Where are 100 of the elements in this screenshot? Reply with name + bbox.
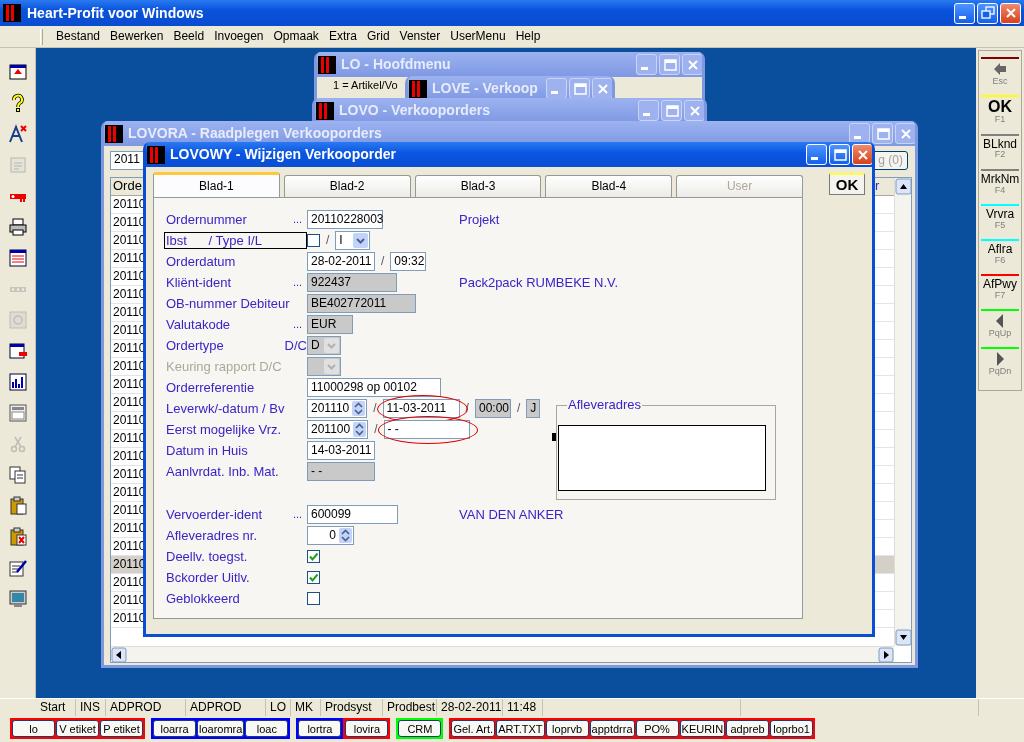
input-field[interactable]: 14-03-2011	[307, 441, 375, 460]
checkbox[interactable]	[307, 550, 320, 563]
spin-field[interactable]: 0	[307, 526, 354, 545]
taskbar-button[interactable]: lortra	[298, 720, 342, 737]
scroll-left-icon[interactable]	[111, 647, 127, 663]
scroll-right-icon[interactable]	[878, 647, 894, 663]
printer-icon[interactable]	[7, 216, 28, 237]
taskbar-button[interactable]: adpreb	[726, 720, 770, 737]
taskbar-button[interactable]: PO%	[635, 720, 679, 737]
minimize-icon	[854, 136, 861, 139]
font-icon[interactable]	[7, 123, 28, 144]
toolbar-button[interactable]: Vrvra F5	[981, 203, 1019, 230]
tab[interactable]: Blad-4	[545, 175, 673, 197]
paste-icon[interactable]	[7, 495, 28, 516]
lookup-dots[interactable]: ...	[293, 507, 307, 522]
taskbar-button[interactable]: ART.TXT	[496, 720, 545, 737]
form-icon[interactable]	[7, 247, 28, 268]
toolbar-button[interactable]: Esc	[981, 57, 1019, 87]
input-field[interactable]: - -	[307, 462, 375, 481]
menu-item[interactable]: Venster	[394, 28, 446, 45]
input-field[interactable]: 20110228003	[307, 210, 383, 229]
field-label: Ordertype	[166, 337, 224, 354]
menu-item[interactable]: Beeld	[168, 28, 210, 45]
checkbox[interactable]	[307, 571, 320, 584]
handle-icon[interactable]	[552, 433, 556, 441]
logo-icon	[105, 124, 123, 143]
taskbar-button[interactable]: loaromra	[197, 720, 245, 737]
toolbar-button[interactable]: AfPwy F7	[981, 274, 1019, 301]
taskbar-button[interactable]: lo	[12, 720, 55, 737]
input-field[interactable]: 600099	[307, 505, 398, 524]
window-title: LOVORA - Raadplegen Verkooporders	[128, 125, 382, 142]
column-header[interactable]: r	[875, 178, 887, 195]
chart-icon[interactable]	[7, 371, 28, 392]
lookup-dots[interactable]: ...	[293, 212, 307, 227]
scroll-down-icon[interactable]	[895, 629, 912, 646]
taskbar-button[interactable]: lovira	[345, 720, 389, 737]
tab[interactable]: Blad-1	[153, 172, 280, 197]
input-field[interactable]: 28-02-2011	[307, 252, 375, 271]
field-label: D/C	[284, 337, 307, 354]
checkbox[interactable]	[307, 592, 320, 605]
ok-button[interactable]: OK	[829, 173, 865, 195]
paste-icon[interactable]	[7, 526, 28, 547]
input-field[interactable]: 11-03-2011	[382, 399, 460, 418]
menu-item[interactable]: Bestand	[51, 28, 106, 45]
toolbar-button[interactable]: OK F1	[981, 95, 1019, 125]
toolbar-button[interactable]: MrkNm F4	[981, 168, 1019, 195]
input-field[interactable]: 09:32	[390, 252, 427, 271]
input-field[interactable]: 00:00	[474, 399, 511, 418]
input-field[interactable]: J	[526, 399, 541, 418]
restore-button[interactable]	[977, 2, 998, 24]
lookup-dots[interactable]: ...	[293, 275, 307, 290]
input-field[interactable]: 11000298 op 00102	[307, 378, 441, 397]
field-label: Orderdatum	[166, 253, 236, 270]
taskbar-button[interactable]: loprvb	[545, 720, 589, 737]
lookup-dots[interactable]: ...	[293, 317, 307, 332]
status-cell: Start	[36, 699, 76, 716]
monitor-icon[interactable]	[7, 588, 28, 609]
taskbar-button[interactable]: apptdrra	[589, 720, 635, 737]
toolbar-button[interactable]: BLknd F2	[981, 133, 1019, 160]
field-label: Keuring rapport D/C	[166, 358, 282, 375]
spin-field[interactable]: 201100	[307, 420, 369, 439]
status-cell: Prodsyst	[321, 699, 383, 716]
tab[interactable]: Blad-2	[283, 175, 411, 197]
input-field[interactable]: BE402772011	[307, 294, 416, 313]
taskbar-button[interactable]: loac	[245, 720, 289, 737]
input-field[interactable]: - -	[383, 420, 470, 439]
menu-line[interactable]: 1 = Artikel/Vo	[333, 79, 398, 93]
menu-item[interactable]: Extra	[323, 28, 362, 45]
taskbar-button[interactable]: KEURIN	[679, 720, 726, 737]
taskbar-button[interactable]: loarra	[153, 720, 196, 737]
input-field[interactable]: 922437	[307, 273, 397, 292]
taskbar-button[interactable]: P etiket	[100, 720, 143, 737]
status-cell: ADPROD	[106, 699, 186, 716]
scroll-up-icon[interactable]	[895, 178, 912, 195]
info-text: Pack2pack RUMBEKE N.V.	[459, 274, 619, 291]
app-title: Heart-Profit voor Windows	[27, 4, 204, 22]
menu-item[interactable]: Invoegen	[209, 28, 269, 45]
document-icon[interactable]	[7, 340, 28, 361]
separator-text: /	[515, 401, 522, 416]
menu-item[interactable]: UserMenu	[445, 28, 511, 45]
window-title: LOVO - Verkooporders	[339, 102, 490, 119]
horizontal-scrollbar[interactable]	[111, 646, 894, 662]
dropdown[interactable]: I	[335, 231, 371, 250]
toolbar-button[interactable]: Aflra F6	[981, 238, 1019, 265]
taskbar-button[interactable]: loprbo1	[770, 720, 814, 737]
minimize-button[interactable]	[849, 123, 870, 144]
taskbar-button[interactable]: V etiket	[56, 720, 99, 737]
copy-icon[interactable]	[7, 464, 28, 485]
checkbox[interactable]	[307, 234, 320, 247]
taskbar-button[interactable]: Gel. Art.	[451, 720, 496, 737]
menu-item[interactable]: Bewerken	[105, 28, 169, 45]
window-icon[interactable]	[7, 61, 28, 82]
vertical-scrollbar[interactable]	[894, 178, 911, 646]
spin-field[interactable]: 201110	[307, 399, 368, 418]
menu-item[interactable]: Help	[510, 28, 546, 45]
menu-item[interactable]: Opmaak	[268, 28, 324, 45]
taskbar-button[interactable]: CRM	[398, 720, 442, 737]
menu-item[interactable]: Grid	[361, 28, 395, 45]
input-field[interactable]: EUR	[307, 315, 353, 334]
tab[interactable]: Blad-3	[414, 175, 542, 197]
